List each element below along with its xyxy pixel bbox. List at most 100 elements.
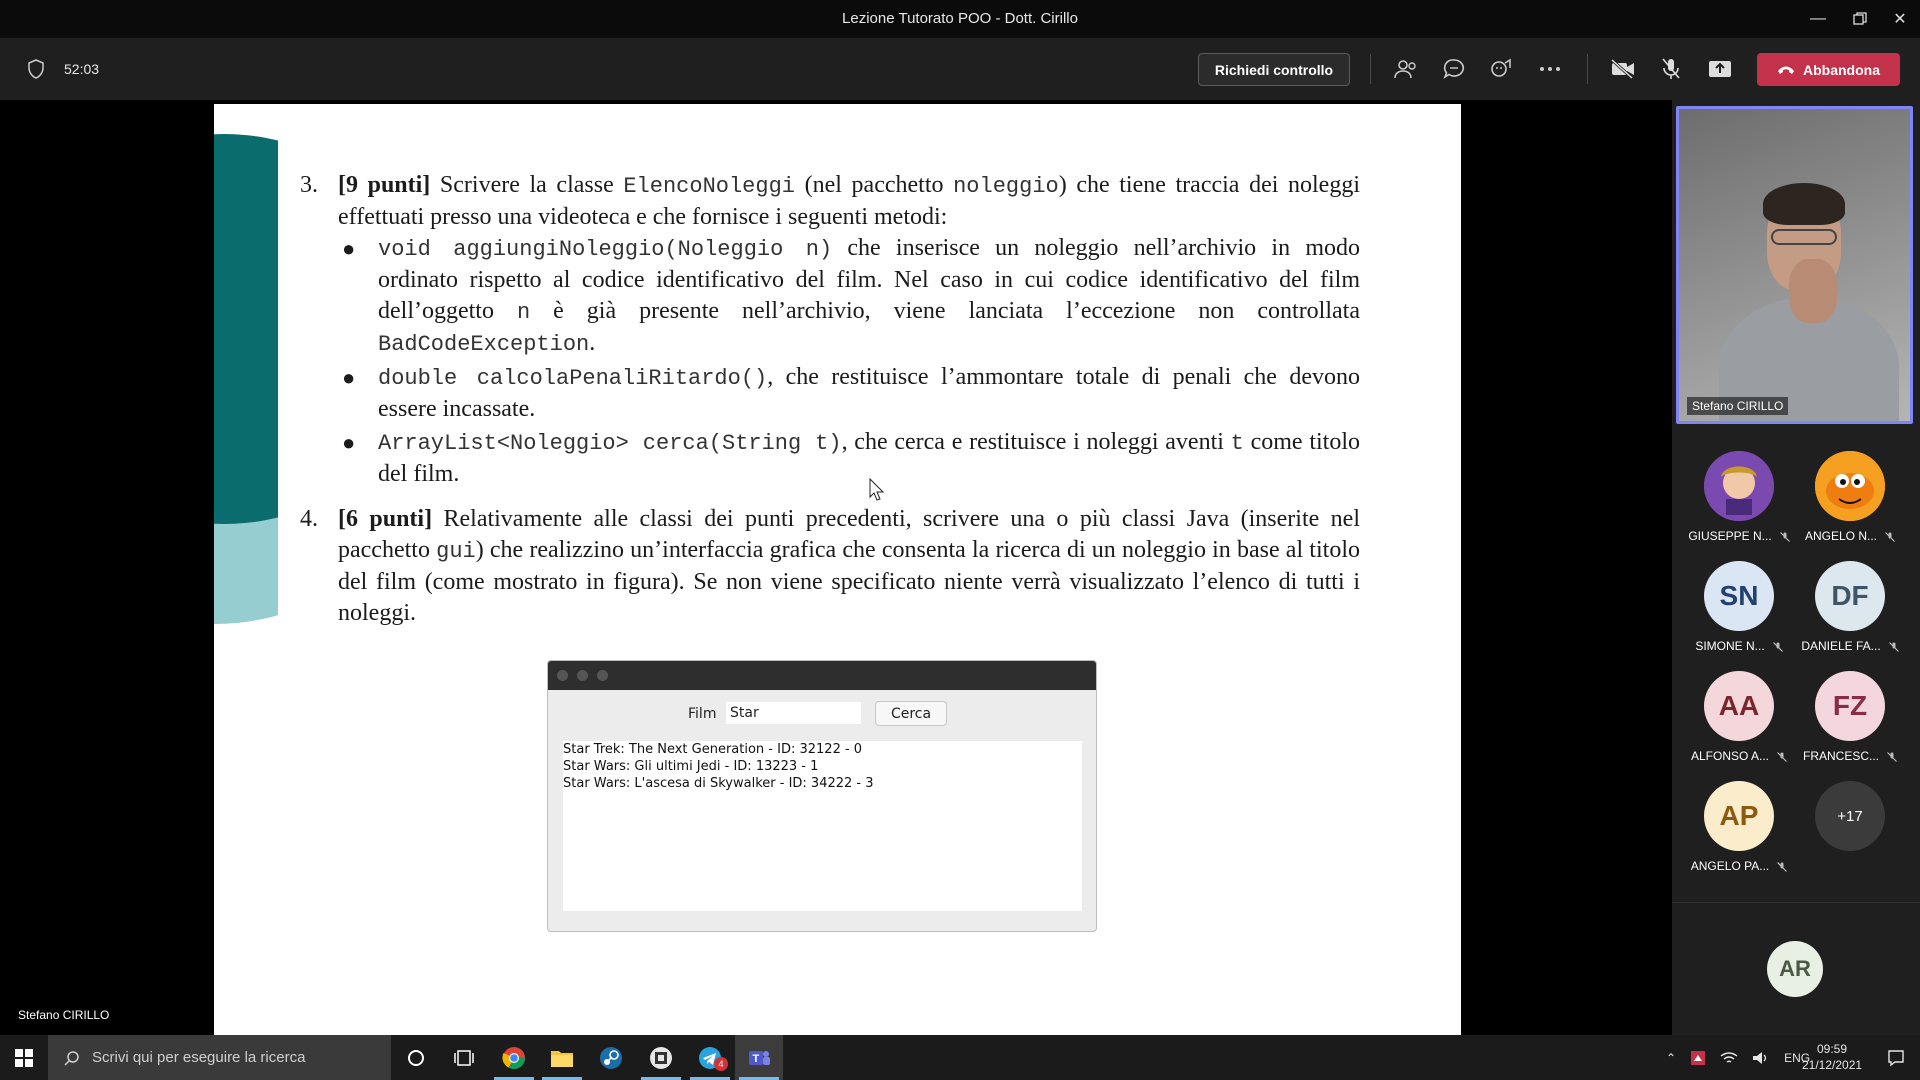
app-tray-icon[interactable] <box>1690 1050 1706 1066</box>
mic-muted-icon <box>1887 751 1897 762</box>
mic-off-icon[interactable] <box>1656 54 1686 84</box>
participant-tile[interactable]: AP ANGELO PA... <box>1684 781 1794 873</box>
shield-icon <box>28 59 44 79</box>
participant-tile[interactable]: AA ALFONSO A... <box>1684 671 1794 763</box>
teams-icon[interactable]: T <box>735 1035 783 1080</box>
avatar <box>1704 451 1774 521</box>
file-explorer-icon[interactable] <box>538 1035 586 1080</box>
anime-avatar-icon <box>1704 451 1774 521</box>
video-name-label: Stefano CIRILLO <box>1687 397 1789 415</box>
show-hidden-icons[interactable]: ⌃ <box>1666 1051 1676 1065</box>
game-app-icon[interactable] <box>637 1035 685 1080</box>
cartoon-cat-avatar-icon <box>1815 451 1885 521</box>
svg-text:T: T <box>753 1053 760 1065</box>
steam-icon[interactable] <box>587 1035 635 1080</box>
leave-label: Abbandona <box>1803 61 1880 78</box>
title-bar: Lezione Tutorato POO - Dott. Cirillo — ✕ <box>0 0 1920 38</box>
mic-muted-icon <box>1885 531 1895 542</box>
avatar[interactable]: AR <box>1767 941 1823 997</box>
panel-divider <box>1672 902 1920 903</box>
mic-muted-icon <box>1777 861 1788 872</box>
presenter-name: Stefano CIRILLO <box>18 1008 110 1022</box>
leave-button[interactable]: Abbandona <box>1757 53 1900 86</box>
list-item: ● void aggiungiNoleggio(Noleggio n) che … <box>342 235 1360 357</box>
participant-tile[interactable]: SN SIMONE N... <box>1684 561 1794 653</box>
shared-slide: 3. [9 punti] Scrivere la classe ElencoNo… <box>214 104 1461 1035</box>
windows-taskbar: Scrivi qui per eseguire la ricerca 4 T ⌃… <box>0 1035 1920 1080</box>
notifications-icon[interactable] <box>1872 1035 1920 1080</box>
minimize-button[interactable]: — <box>1798 6 1838 32</box>
mic-muted-icon <box>1779 531 1790 542</box>
exercise-item-3: 3. [9 punti] Scrivere la classe ElencoNo… <box>300 170 1360 490</box>
results-list: Star Trek: The Next Generation - ID: 321… <box>563 741 1082 911</box>
clock-time: 09:59 <box>1816 1042 1848 1056</box>
avatar: FZ <box>1815 671 1885 741</box>
presenter-video[interactable]: Stefano CIRILLO <box>1676 106 1913 424</box>
system-clock[interactable]: 09:59 21/12/2021 <box>1802 1041 1862 1073</box>
chat-icon[interactable] <box>1439 54 1469 84</box>
network-icon[interactable] <box>1720 1050 1738 1066</box>
search-icon <box>64 1050 79 1066</box>
result-row: Star Trek: The Next Generation - ID: 321… <box>563 742 863 757</box>
avatar: DF <box>1815 561 1885 631</box>
chrome-icon[interactable] <box>490 1035 538 1080</box>
close-button[interactable]: ✕ <box>1880 6 1920 32</box>
meeting-timer: 52:03 <box>64 61 100 77</box>
participant-name: ALFONSO A... <box>1690 749 1770 763</box>
clock-date: 21/12/2021 <box>1802 1058 1863 1072</box>
system-tray: ⌃ ENG <box>1666 1035 1810 1080</box>
exercise-text: 3. [9 punti] Scrivere la classe ElencoNo… <box>300 170 1360 643</box>
share-screen-icon[interactable] <box>1705 54 1735 84</box>
notification-badge: 4 <box>714 1057 728 1071</box>
result-row: Star Wars: Gli ultimi Jedi - ID: 13223 -… <box>563 759 819 774</box>
participant-tile[interactable]: FZ FRANCESC... <box>1795 671 1905 763</box>
taskbar-search[interactable]: Scrivi qui per eseguire la ricerca <box>48 1035 391 1080</box>
restore-button[interactable] <box>1840 6 1880 32</box>
participant-name: ANGELO PA... <box>1690 859 1770 873</box>
telegram-icon[interactable]: 4 <box>686 1035 734 1080</box>
window-title: Lezione Tutorato POO - Dott. Cirillo <box>842 10 1078 27</box>
start-button[interactable] <box>0 1035 47 1080</box>
request-control-button[interactable]: Richiedi controllo <box>1198 53 1350 86</box>
method-list: ● void aggiungiNoleggio(Noleggio n) che … <box>338 233 1360 490</box>
search-placeholder: Scrivi qui per eseguire la ricerca <box>92 1049 306 1066</box>
participant-name: FRANCESC... <box>1802 749 1879 763</box>
avatar: AP <box>1704 781 1774 851</box>
more-participants-tile[interactable]: +17 <box>1795 781 1905 851</box>
restore-icon <box>1853 12 1867 25</box>
list-item: ● ArrayList<Noleggio> cerca(String t), c… <box>342 429 1360 487</box>
meeting-toolbar: 52:03 Richiedi controllo Abbandona <box>0 38 1920 100</box>
example-gui-screenshot: Film Star Cerca Star Trek: The Next Gene… <box>547 660 1097 932</box>
participant-tile[interactable]: GIUSEPPE N... <box>1684 451 1794 543</box>
task-view-icon[interactable] <box>440 1035 488 1080</box>
more-options-icon[interactable] <box>1535 54 1565 84</box>
participant-name: ANGELO N... <box>1804 529 1878 543</box>
cortana-icon[interactable] <box>392 1035 440 1080</box>
reactions-icon[interactable] <box>1487 54 1517 84</box>
windows-logo-icon <box>14 1048 33 1067</box>
participant-name: GIUSEPPE N... <box>1688 529 1772 543</box>
participants-icon[interactable] <box>1391 54 1421 84</box>
participant-tile[interactable]: ANGELO N... <box>1795 451 1905 543</box>
exercise-item-4: 4. [6 punti] Relativamente alle classi d… <box>300 506 1361 626</box>
participant-tile[interactable]: DF DANIELE FA... <box>1795 561 1905 653</box>
avatar: SN <box>1704 561 1774 631</box>
film-input: Star <box>726 702 861 724</box>
volume-icon[interactable] <box>1752 1050 1770 1066</box>
avatar <box>1815 451 1885 521</box>
more-participants-count[interactable]: +17 <box>1815 781 1885 851</box>
mouse-cursor-icon <box>869 478 885 501</box>
cerca-button: Cerca <box>875 701 947 726</box>
toolbar-divider <box>1587 54 1588 84</box>
film-label: Film <box>688 706 717 722</box>
result-row: Star Wars: L'ascesa di Skywalker - ID: 3… <box>563 776 874 791</box>
participant-name: SIMONE N... <box>1695 639 1765 653</box>
mini-window-titlebar <box>548 661 1096 690</box>
avatar: AA <box>1704 671 1774 741</box>
phone-hangup-icon <box>1778 66 1794 74</box>
participant-name: DANIELE FA... <box>1801 639 1881 653</box>
mic-muted-icon <box>1772 641 1783 652</box>
mic-muted-icon <box>1888 641 1899 652</box>
camera-off-icon[interactable] <box>1608 54 1638 84</box>
toolbar-divider <box>1370 54 1371 84</box>
